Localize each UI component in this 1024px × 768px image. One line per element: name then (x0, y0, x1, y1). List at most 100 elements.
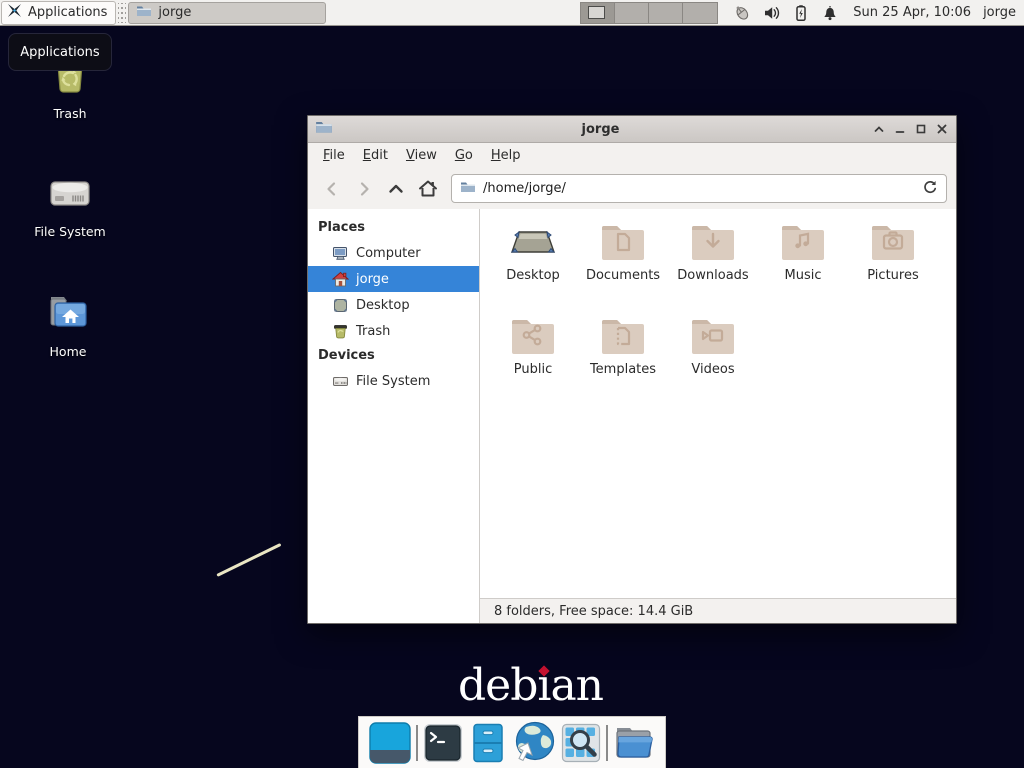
up-button[interactable] (381, 175, 411, 203)
panel-username[interactable]: jorge (983, 5, 1016, 20)
desktop-icon-label: Home (22, 344, 114, 359)
maximize-button[interactable] (910, 117, 931, 142)
file-item-public[interactable]: Public (488, 313, 578, 407)
file-item-templates[interactable]: Templates (578, 313, 668, 407)
panel-handle[interactable] (118, 3, 126, 23)
forward-button[interactable] (349, 175, 379, 203)
sidebar-item-file-system[interactable]: File System (308, 368, 479, 394)
file-item-pictures[interactable]: Pictures (848, 219, 938, 313)
location-bar[interactable]: /home/jorge/ (451, 174, 947, 203)
workspace-window-thumb (588, 6, 605, 19)
reload-icon[interactable] (922, 179, 938, 199)
logo-text-part: an (550, 660, 603, 711)
folder-documents-icon (599, 221, 647, 263)
folder-pictures-icon (869, 221, 917, 263)
taskbar-window-button[interactable]: jorge (128, 2, 326, 24)
files-grid[interactable]: Desktop Documents (480, 209, 956, 598)
taskbar-window-label: jorge (158, 5, 191, 20)
applications-menu-button[interactable]: Applications (1, 1, 116, 25)
folder-videos-icon (689, 315, 737, 357)
mouse-settings-icon[interactable] (732, 4, 752, 22)
file-item-music[interactable]: Music (758, 219, 848, 313)
path-folder-icon (460, 179, 476, 199)
folder-icon (136, 3, 152, 23)
window-title: jorge (333, 122, 868, 137)
volume-icon[interactable] (763, 4, 781, 22)
workspace-1[interactable] (581, 3, 615, 23)
applications-tooltip: Applications (8, 33, 112, 71)
window-body: Places Computer (308, 209, 956, 623)
hard-drive-icon (24, 170, 116, 218)
wallpaper-line (216, 543, 281, 577)
sidebar-item-desktop[interactable]: Desktop (308, 292, 479, 318)
bottom-dock (358, 716, 666, 768)
close-button[interactable] (931, 117, 952, 142)
folder-music-icon (779, 221, 827, 263)
web-browser-icon[interactable] (512, 721, 556, 765)
current-path: /home/jorge/ (483, 181, 915, 196)
show-desktop-icon[interactable] (368, 721, 412, 765)
folder-public-icon (509, 315, 557, 357)
panel-clock[interactable]: Sun 25 Apr, 10:06 (853, 5, 971, 20)
sidebar-item-computer[interactable]: Computer (308, 240, 479, 266)
file-item-videos[interactable]: Videos (668, 313, 758, 407)
window-folder-icon (315, 118, 333, 140)
sidebar: Places Computer (308, 209, 480, 623)
computer-icon (332, 245, 349, 262)
file-view-pane: Desktop Documents (480, 209, 956, 623)
system-tray (732, 4, 839, 22)
debian-wallpaper-logo: debıan (458, 660, 603, 711)
workspace-4[interactable] (683, 3, 717, 23)
notifications-bell-icon[interactable] (821, 4, 839, 22)
file-manager-window: jorge File Edit View Go Help (307, 115, 957, 624)
desktop-icon-label: File System (24, 224, 116, 239)
trash-icon (332, 323, 349, 340)
statusbar: 8 folders, Free space: 14.4 GiB (480, 598, 956, 623)
logo-letter-i: ı (537, 660, 550, 711)
xfce-applications-icon (6, 2, 23, 23)
logo-text-part: deb (458, 660, 537, 711)
file-item-desktop[interactable]: Desktop (488, 219, 578, 313)
window-titlebar[interactable]: jorge (308, 116, 956, 143)
menubar: File Edit View Go Help (308, 143, 956, 168)
folder-launcher-icon[interactable] (612, 722, 656, 764)
desktop-icon-home[interactable]: Home (22, 290, 114, 359)
home-button[interactable] (413, 175, 443, 203)
battery-icon[interactable] (792, 4, 810, 22)
applications-menu-label: Applications (28, 5, 107, 20)
status-text: 8 folders, Free space: 14.4 GiB (494, 604, 693, 619)
file-item-documents[interactable]: Documents (578, 219, 668, 313)
application-finder-icon[interactable] (561, 723, 601, 763)
sidebar-item-trash[interactable]: Trash (308, 318, 479, 344)
top-panel: Applications jorge (0, 0, 1024, 26)
file-cabinet-icon[interactable] (468, 723, 508, 763)
menu-view[interactable]: View (397, 145, 446, 166)
home-folder-icon (22, 290, 114, 338)
desktop-icon-file-system[interactable]: File System (24, 170, 116, 239)
menu-file[interactable]: File (314, 145, 354, 166)
minimize-button[interactable] (889, 117, 910, 142)
workspace-switcher[interactable] (580, 2, 718, 24)
folder-downloads-icon (689, 221, 737, 263)
desktop-icon-label: Trash (24, 106, 116, 121)
file-item-downloads[interactable]: Downloads (668, 219, 758, 313)
menu-go[interactable]: Go (446, 145, 482, 166)
folder-templates-icon (599, 315, 647, 357)
devices-header: Devices (308, 344, 479, 368)
places-header: Places (308, 216, 479, 240)
menu-help[interactable]: Help (482, 145, 530, 166)
dock-separator (606, 725, 608, 761)
desktop-icon (332, 297, 349, 314)
workspace-3[interactable] (649, 3, 683, 23)
home-icon (332, 271, 349, 288)
toolbar: /home/jorge/ (308, 168, 956, 209)
menu-edit[interactable]: Edit (354, 145, 397, 166)
sidebar-item-jorge[interactable]: jorge (308, 266, 479, 292)
tooltip-text: Applications (20, 45, 99, 60)
shade-button[interactable] (868, 117, 889, 142)
desktop-screen: Applications jorge (0, 0, 1024, 768)
workspace-2[interactable] (615, 3, 649, 23)
back-button[interactable] (317, 175, 347, 203)
desk-icon (509, 221, 557, 263)
terminal-icon[interactable] (423, 723, 463, 763)
